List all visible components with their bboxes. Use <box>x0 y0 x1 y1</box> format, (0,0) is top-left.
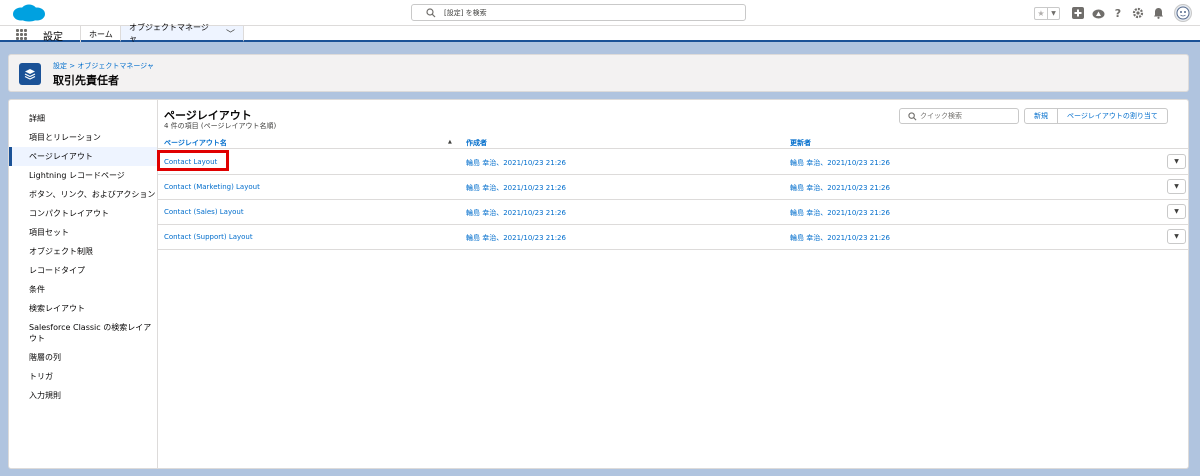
breadcrumb[interactable]: 設定 > オブジェクトマネージャ <box>53 61 154 71</box>
context-bar: 設定 ホーム オブジェクトマネージャ ﹀ <box>0 23 1200 43</box>
favorites-group: ★ ▼ <box>1034 6 1060 20</box>
assign-page-layout-button[interactable]: ページレイアウトの割り当て <box>1057 109 1167 123</box>
modified-by-link[interactable]: 輪島 幸治、2021/10/23 21:26 <box>790 183 890 193</box>
search-icon <box>908 112 917 121</box>
user-avatar-icon[interactable] <box>1174 4 1192 22</box>
row-action-dropdown-icon[interactable]: ▼ <box>1167 179 1186 194</box>
page-header: 設定 > オブジェクトマネージャ 取引先責任者 <box>8 54 1189 92</box>
tab-object-manager-label: オブジェクトマネージャ <box>129 23 209 43</box>
sidebar-item-buttons-links-actions[interactable]: ボタン、リンク、およびアクション <box>9 185 157 204</box>
sidebar-item-search-layouts[interactable]: 検索レイアウト <box>9 299 157 318</box>
sidebar-item-classic-search-layouts[interactable]: Salesforce Classic の検索レイアウト <box>9 318 157 348</box>
global-search[interactable] <box>411 4 746 21</box>
sidebar-item-record-types[interactable]: レコードタイプ <box>9 261 157 280</box>
row-action-dropdown-icon[interactable]: ▼ <box>1167 229 1186 244</box>
sidebar-item-page-layouts[interactable]: ページレイアウト <box>9 147 157 166</box>
favorites-list-icon[interactable]: ▼ <box>1047 7 1059 19</box>
column-header-name[interactable]: ページレイアウト名 <box>164 138 227 148</box>
created-by-link[interactable]: 輪島 幸治、2021/10/23 21:26 <box>466 158 566 168</box>
table-row: Contact (Sales) Layout 輪島 幸治、2021/10/23 … <box>158 200 1188 225</box>
created-by-link[interactable]: 輪島 幸治、2021/10/23 21:26 <box>466 183 566 193</box>
tab-home[interactable]: ホーム <box>80 26 121 42</box>
action-button-group: 新規 ページレイアウトの割り当て <box>1024 108 1168 124</box>
sort-ascending-icon[interactable]: ▲ <box>448 139 452 145</box>
sidebar-item-object-limits[interactable]: オブジェクト制限 <box>9 242 157 261</box>
trailhead-icon[interactable] <box>1091 6 1105 20</box>
quick-search-input[interactable] <box>920 110 1015 122</box>
chevron-down-icon[interactable]: ﹀ <box>226 27 235 40</box>
app-launcher-icon[interactable] <box>16 29 28 40</box>
layout-name-link[interactable]: Contact (Sales) Layout <box>164 208 244 216</box>
tab-object-manager[interactable]: オブジェクトマネージャ ﹀ <box>120 23 244 43</box>
table-row: Contact (Support) Layout 輪島 幸治、2021/10/2… <box>158 225 1188 250</box>
sidebar-item-conditions[interactable]: 条件 <box>9 280 157 299</box>
page-layouts-panel: ページレイアウト 4 件の項目 (ページレイアウト名順) 新規 ページレイアウト… <box>158 100 1188 468</box>
favorite-star-icon[interactable]: ★ <box>1035 8 1047 19</box>
header-utility-icons: ★ ▼ ? <box>1034 3 1192 23</box>
modified-by-link[interactable]: 輪島 幸治、2021/10/23 21:26 <box>790 158 890 168</box>
search-icon <box>426 8 436 18</box>
new-button[interactable]: 新規 <box>1025 109 1057 123</box>
highlight-annotation <box>157 150 229 171</box>
created-by-link[interactable]: 輪島 幸治、2021/10/23 21:26 <box>466 233 566 243</box>
sidebar-item-fields[interactable]: 項目とリレーション <box>9 128 157 147</box>
sidebar-item-details[interactable]: 詳細 <box>9 109 157 128</box>
row-action-dropdown-icon[interactable]: ▼ <box>1167 154 1186 169</box>
row-action-dropdown-icon[interactable]: ▼ <box>1167 204 1186 219</box>
salesforce-cloud-icon[interactable] <box>11 4 47 22</box>
sidebar-item-validation-rules[interactable]: 入力規則 <box>9 386 157 405</box>
layers-icon <box>19 63 41 85</box>
sidebar-item-hierarchy-columns[interactable]: 階層の列 <box>9 348 157 367</box>
column-header-created-by[interactable]: 作成者 <box>466 138 487 148</box>
object-sidebar: 詳細 項目とリレーション ページレイアウト Lightning レコードページ … <box>9 100 158 468</box>
table-row: Contact Layout 輪島 幸治、2021/10/23 21:26 輪島… <box>158 150 1188 175</box>
column-header-modified-by[interactable]: 更新者 <box>790 138 811 148</box>
sidebar-item-field-sets[interactable]: 項目セット <box>9 223 157 242</box>
sidebar-item-lightning-pages[interactable]: Lightning レコードページ <box>9 166 157 185</box>
layout-name-link[interactable]: Contact (Marketing) Layout <box>164 183 260 191</box>
created-by-link[interactable]: 輪島 幸治、2021/10/23 21:26 <box>466 208 566 218</box>
table-header: ページレイアウト名 ▲ 作成者 更新者 <box>158 136 1188 149</box>
item-count: 4 件の項目 (ページレイアウト名順) <box>164 122 277 130</box>
tab-home-label: ホーム <box>89 29 113 39</box>
global-add-icon[interactable] <box>1071 6 1085 20</box>
table-row: Contact (Marketing) Layout 輪島 幸治、2021/10… <box>158 175 1188 200</box>
global-search-input[interactable] <box>444 6 734 19</box>
sidebar-item-compact-layouts[interactable]: コンパクトレイアウト <box>9 204 157 223</box>
quick-search[interactable] <box>899 108 1019 124</box>
notification-bell-icon[interactable] <box>1151 6 1165 20</box>
page-title: 取引先責任者 <box>53 74 119 87</box>
modified-by-link[interactable]: 輪島 幸治、2021/10/23 21:26 <box>790 208 890 218</box>
sidebar-item-triggers[interactable]: トリガ <box>9 367 157 386</box>
help-icon[interactable]: ? <box>1111 6 1125 20</box>
modified-by-link[interactable]: 輪島 幸治、2021/10/23 21:26 <box>790 233 890 243</box>
layout-name-link[interactable]: Contact (Support) Layout <box>164 233 253 241</box>
app-name: 設定 <box>43 32 63 43</box>
setup-gear-icon[interactable] <box>1131 6 1145 20</box>
